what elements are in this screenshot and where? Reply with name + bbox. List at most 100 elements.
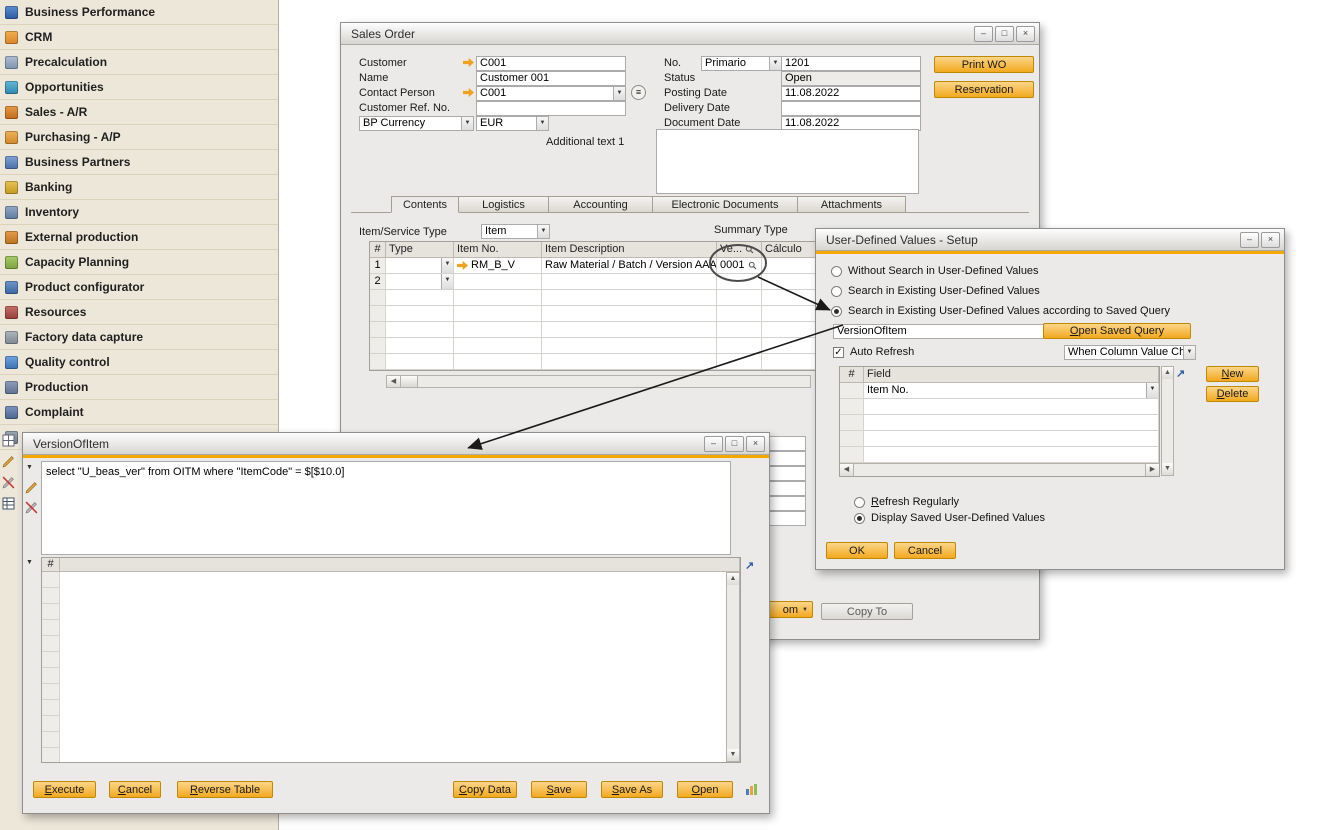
refresh-trigger-combo[interactable]: When Column Value Cha▼ (1064, 345, 1196, 360)
delivery-date-field[interactable] (781, 101, 921, 116)
radio-display-saved[interactable]: Display Saved User-Defined Values (854, 512, 1045, 524)
close-icon[interactable]: × (746, 436, 765, 452)
contact-expand-icon[interactable]: ≡ (631, 85, 646, 100)
radio-icon[interactable] (831, 266, 842, 277)
sidebar-item-sales-ar[interactable]: Sales - A/R (0, 100, 278, 125)
sales-order-titlebar[interactable]: Sales Order – □ × (341, 23, 1039, 45)
sidebar-item-crm[interactable]: CRM (0, 25, 278, 50)
reverse-table-button[interactable]: Reverse Table (177, 781, 273, 798)
cancel-button[interactable]: Cancel (894, 542, 956, 559)
scroll-left-icon[interactable]: ◀ (840, 464, 854, 476)
no-number-field[interactable]: 1201 (781, 56, 921, 71)
query-titlebar[interactable]: VersionOfItem – □ × (23, 433, 769, 455)
tab-electronic-documents[interactable]: Electronic Documents (653, 196, 798, 213)
minimize-icon[interactable]: – (1240, 232, 1259, 248)
save-button[interactable]: Save (531, 781, 587, 798)
maximize-icon[interactable]: □ (995, 26, 1014, 42)
version-cell[interactable]: 0001 (717, 258, 762, 274)
version-cell[interactable] (717, 274, 762, 290)
item-service-type-combo[interactable]: Item▼ (481, 224, 550, 239)
customer-field[interactable]: C001 (476, 56, 626, 71)
type-cell[interactable]: ▼ (386, 258, 454, 274)
item-no-cell[interactable] (454, 274, 542, 290)
link-arrow-icon[interactable] (457, 261, 468, 270)
udv-table-hscrollbar[interactable]: ◀ ▶ (840, 463, 1159, 476)
checkbox-check-icon[interactable]: ✓ (833, 347, 844, 358)
posting-date-field[interactable]: 11.08.2022 (781, 86, 921, 101)
dropdown-arrow-icon[interactable]: ▼ (537, 225, 549, 238)
type-cell[interactable]: ▼ (386, 274, 454, 290)
sidebar-item-capacity-planning[interactable]: Capacity Planning (0, 250, 278, 275)
search-icon[interactable] (748, 261, 757, 270)
sidebar-item-complaint[interactable]: Complaint (0, 400, 278, 425)
sidebar-item-business-partners[interactable]: Business Partners (0, 150, 278, 175)
name-field[interactable]: Customer 001 (476, 71, 626, 86)
tab-accounting[interactable]: Accounting (549, 196, 653, 213)
close-icon[interactable]: × (1016, 26, 1035, 42)
udv-titlebar[interactable]: User-Defined Values - Setup – × (816, 229, 1284, 251)
scroll-left-icon[interactable]: ◀ (387, 376, 401, 387)
sidebar-item-purchasing-ap[interactable]: Purchasing - A/P (0, 125, 278, 150)
minimize-icon[interactable]: – (704, 436, 723, 452)
sidebar-item-external-production[interactable]: External production (0, 225, 278, 250)
sidebar-item-product-configurator[interactable]: Product configurator (0, 275, 278, 300)
dropdown-arrow-icon[interactable]: ▼ (441, 258, 453, 273)
radio-icon[interactable] (854, 497, 865, 508)
customer-ref-field[interactable] (476, 101, 626, 116)
tab-logistics[interactable]: Logistics (459, 196, 549, 213)
results-vscrollbar[interactable]: ▲ ▼ (726, 572, 740, 762)
minimize-icon[interactable]: – (974, 26, 993, 42)
no-series-combo[interactable]: Primario▼ (701, 56, 782, 71)
contact-person-combo[interactable]: C001▼ (476, 86, 626, 101)
dropdown-arrow-icon[interactable]: ▼ (461, 117, 473, 130)
sql-section-collapse-icon[interactable]: ▼ (26, 464, 33, 471)
scroll-down-icon[interactable]: ▼ (727, 749, 739, 761)
open-saved-query-button[interactable]: Open Saved Query (1043, 323, 1191, 339)
maximize-icon[interactable]: □ (725, 436, 744, 452)
grid-icon[interactable] (2, 434, 15, 447)
table-icon[interactable] (2, 497, 15, 510)
sidebar-item-inventory[interactable]: Inventory (0, 200, 278, 225)
udv-table-vscrollbar[interactable]: ▲ ▼ (1161, 366, 1174, 476)
sidebar-item-banking[interactable]: Banking (0, 175, 278, 200)
link-arrow-icon[interactable] (463, 58, 474, 67)
expand-results-icon[interactable]: ↗ (745, 559, 754, 572)
sidebar-item-factory-data-capture[interactable]: Factory data capture (0, 325, 278, 350)
radio-icon[interactable] (831, 286, 842, 297)
copy-to-button[interactable]: Copy To (821, 603, 913, 620)
sidebar-item-quality-control[interactable]: Quality control (0, 350, 278, 375)
chart-icon[interactable] (745, 783, 758, 796)
cancel-button[interactable]: Cancel (109, 781, 161, 798)
execute-button[interactable]: Execute (33, 781, 96, 798)
open-button[interactable]: Open (677, 781, 733, 798)
dropdown-arrow-icon[interactable]: ▼ (613, 87, 625, 100)
no-edit-icon[interactable] (25, 501, 38, 514)
dropdown-arrow-icon[interactable]: ▼ (1183, 346, 1195, 359)
sql-editor[interactable]: select "U_beas_ver" from OITM where "Ite… (41, 461, 731, 555)
calculo-cell[interactable] (762, 258, 822, 274)
bp-currency-combo[interactable]: BP Currency▼ (359, 116, 474, 131)
dropdown-arrow-icon[interactable]: ▼ (441, 274, 453, 289)
radio-icon[interactable] (831, 306, 842, 317)
new-button[interactable]: New (1206, 366, 1259, 382)
dropdown-arrow-icon[interactable]: ▼ (769, 57, 781, 70)
scroll-up-icon[interactable]: ▲ (1162, 367, 1173, 379)
item-no-cell[interactable]: RM_B_V (454, 258, 542, 274)
radio-without-search[interactable]: Without Search in User-Defined Values (831, 265, 1039, 277)
expand-table-icon[interactable]: ↗ (1176, 367, 1185, 380)
scroll-right-icon[interactable]: ▶ (1145, 464, 1159, 476)
scroll-down-icon[interactable]: ▼ (1162, 463, 1173, 475)
items-table-hscrollbar[interactable]: ◀ (386, 375, 811, 388)
sidebar-item-production[interactable]: Production (0, 375, 278, 400)
scroll-up-icon[interactable]: ▲ (727, 573, 739, 585)
field-cell[interactable]: Item No.▼ (864, 383, 1159, 399)
radio-icon[interactable] (854, 513, 865, 524)
sidebar-item-precalculation[interactable]: Precalculation (0, 50, 278, 75)
results-section-collapse-icon[interactable]: ▼ (26, 559, 33, 566)
reservation-button[interactable]: Reservation (934, 81, 1034, 98)
close-icon[interactable]: × (1261, 232, 1280, 248)
sidebar-item-business-performance[interactable]: Business Performance (0, 0, 278, 25)
sidebar-item-resources[interactable]: Resources (0, 300, 278, 325)
description-cell[interactable] (542, 274, 717, 290)
edit-pencil-icon[interactable] (25, 481, 38, 494)
